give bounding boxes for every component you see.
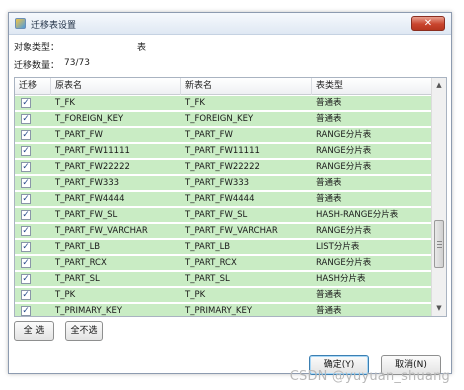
deselect-all-button[interactable]: 全不选 — [65, 321, 103, 341]
grip-line — [437, 241, 442, 242]
table-row[interactable]: ✓ T_PART_FW333 T_PART_FW333 普通表 — [15, 176, 432, 191]
migrate-count-value: 73/73 — [64, 58, 90, 68]
table-type-cell: RANGE分片表 — [316, 146, 372, 156]
migrate-checkbox[interactable]: ✓ — [21, 98, 31, 108]
migrate-checkbox[interactable]: ✓ — [21, 226, 31, 236]
table-row[interactable]: ✓ T_PK T_PK 普通表 — [15, 288, 432, 303]
source-name-cell: T_FOREIGN_KEY — [55, 114, 124, 124]
migrate-checkbox[interactable]: ✓ — [21, 258, 31, 268]
source-name-cell: T_PART_FW22222 — [55, 162, 130, 172]
table-row[interactable]: ✓ T_PART_FW_VARCHAR T_PART_FW_VARCHAR RANGE… — [15, 224, 432, 239]
new-name-cell: T_FK — [185, 98, 205, 108]
source-name-cell: T_PK — [55, 290, 76, 300]
object-type-label: 对象类型： — [14, 43, 60, 53]
migrate-checkbox[interactable]: ✓ — [21, 194, 31, 204]
source-name-cell: T_PART_LB — [55, 242, 101, 252]
new-name-cell: T_PART_FW_VARCHAR — [185, 226, 278, 236]
grip-line — [437, 247, 442, 248]
migrate-checkbox[interactable]: ✓ — [21, 130, 31, 140]
source-name-cell: T_PART_FW_VARCHAR — [55, 226, 148, 236]
new-name-cell: T_PART_RCX — [185, 258, 237, 268]
migrate-count-label: 迁移数量： — [14, 61, 60, 71]
new-name-cell: T_PART_SL — [185, 274, 230, 284]
source-name-cell: T_PART_FW11111 — [55, 146, 130, 156]
column-header-source-name[interactable]: 原表名 — [51, 78, 181, 95]
scroll-down-icon[interactable]: ▼ — [432, 301, 446, 316]
table-row[interactable]: ✓ T_PART_SL T_PART_SL HASH分片表 — [15, 272, 432, 287]
table-row[interactable]: ✓ T_FK T_FK 普通表 — [15, 96, 432, 111]
grid-header: 迁移 原表名 新表名 表类型 — [15, 78, 432, 95]
table-row[interactable]: ✓ T_PART_FW4444 T_PART_FW4444 普通表 — [15, 192, 432, 207]
table-row[interactable]: ✓ T_FOREIGN_KEY T_FOREIGN_KEY 普通表 — [15, 112, 432, 127]
migration-table-grid[interactable]: 迁移 原表名 新表名 表类型 ✓ T_FK T_FK 普通表 ✓ T_FOREIGN_KE… — [14, 77, 447, 317]
new-name-cell: T_PART_FW — [185, 130, 233, 140]
table-row[interactable]: ✓ T_PART_FW T_PART_FW RANGE分片表 — [15, 128, 432, 143]
column-header-migrate[interactable]: 迁移 — [15, 78, 51, 95]
source-name-cell: T_PART_FW — [55, 130, 103, 140]
migrate-table-settings-dialog: 迁移表设置 ✕ 对象类型： 表 迁移数量： 73/73 迁移 原表名 新表名 表… — [8, 12, 452, 375]
table-type-cell: LIST分片表 — [316, 242, 360, 252]
new-name-cell: T_PART_FW_SL — [185, 210, 248, 220]
migrate-checkbox[interactable]: ✓ — [21, 306, 31, 316]
table-type-cell: 普通表 — [316, 98, 342, 108]
new-name-cell: T_PART_FW4444 — [185, 194, 255, 204]
watermark: CSDN @yuyuan_shuang — [289, 369, 450, 384]
table-row[interactable]: ✓ T_PART_FW22222 T_PART_FW22222 RANGE分片表 — [15, 160, 432, 175]
window-title: 迁移表设置 — [31, 21, 77, 31]
column-header-new-name[interactable]: 新表名 — [181, 78, 312, 95]
new-name-cell: T_PART_FW22222 — [185, 162, 260, 172]
table-row[interactable]: ✓ T_PRIMARY_KEY T_PRIMARY_KEY 普通表 — [15, 304, 432, 316]
object-type-value: 表 — [137, 43, 147, 53]
table-row[interactable]: ✓ T_PART_FW11111 T_PART_FW11111 RANGE分片表 — [15, 144, 432, 159]
table-row[interactable]: ✓ T_PART_LB T_PART_LB LIST分片表 — [15, 240, 432, 255]
close-button[interactable]: ✕ — [411, 16, 445, 31]
table-type-cell: 普通表 — [316, 114, 342, 124]
migrate-checkbox[interactable]: ✓ — [21, 210, 31, 220]
migrate-checkbox[interactable]: ✓ — [21, 242, 31, 252]
new-name-cell: T_PART_FW333 — [185, 178, 250, 188]
source-name-cell: T_PART_FW333 — [55, 178, 120, 188]
column-header-table-type[interactable]: 表类型 — [312, 78, 432, 95]
app-icon — [15, 18, 26, 29]
new-name-cell: T_PK — [185, 290, 206, 300]
table-row[interactable]: ✓ T_PART_FW_SL T_PART_FW_SL HASH-RANGE分片表 — [15, 208, 432, 223]
migrate-checkbox[interactable]: ✓ — [21, 146, 31, 156]
migrate-checkbox[interactable]: ✓ — [21, 178, 31, 188]
title-bar[interactable]: 迁移表设置 ✕ — [9, 13, 451, 35]
table-type-cell: HASH分片表 — [316, 274, 366, 284]
new-name-cell: T_PART_LB — [185, 242, 231, 252]
table-type-cell: 普通表 — [316, 306, 342, 316]
source-name-cell: T_PRIMARY_KEY — [55, 306, 123, 316]
migrate-checkbox[interactable]: ✓ — [21, 274, 31, 284]
scroll-up-icon[interactable]: ▲ — [432, 78, 446, 93]
table-type-cell: 普通表 — [316, 194, 342, 204]
new-name-cell: T_PART_FW11111 — [185, 146, 260, 156]
table-type-cell: RANGE分片表 — [316, 130, 372, 140]
source-name-cell: T_FK — [55, 98, 75, 108]
grip-line — [437, 244, 442, 245]
migrate-checkbox[interactable]: ✓ — [21, 114, 31, 124]
source-name-cell: T_PART_RCX — [55, 258, 107, 268]
table-type-cell: HASH-RANGE分片表 — [316, 210, 399, 220]
new-name-cell: T_PRIMARY_KEY — [185, 306, 253, 316]
scrollbar-thumb[interactable] — [434, 220, 444, 268]
table-type-cell: 普通表 — [316, 178, 342, 188]
source-name-cell: T_PART_FW_SL — [55, 210, 118, 220]
vertical-scrollbar[interactable]: ▲ ▼ — [431, 78, 446, 316]
table-type-cell: 普通表 — [316, 290, 342, 300]
source-name-cell: T_PART_FW4444 — [55, 194, 125, 204]
table-type-cell: RANGE分片表 — [316, 226, 372, 236]
source-name-cell: T_PART_SL — [55, 274, 100, 284]
table-type-cell: RANGE分片表 — [316, 258, 372, 268]
select-all-button[interactable]: 全 选 — [14, 321, 54, 341]
migrate-checkbox[interactable]: ✓ — [21, 162, 31, 172]
table-row[interactable]: ✓ T_PART_RCX T_PART_RCX RANGE分片表 — [15, 256, 432, 271]
table-type-cell: RANGE分片表 — [316, 162, 372, 172]
migrate-checkbox[interactable]: ✓ — [21, 290, 31, 300]
new-name-cell: T_FOREIGN_KEY — [185, 114, 254, 124]
